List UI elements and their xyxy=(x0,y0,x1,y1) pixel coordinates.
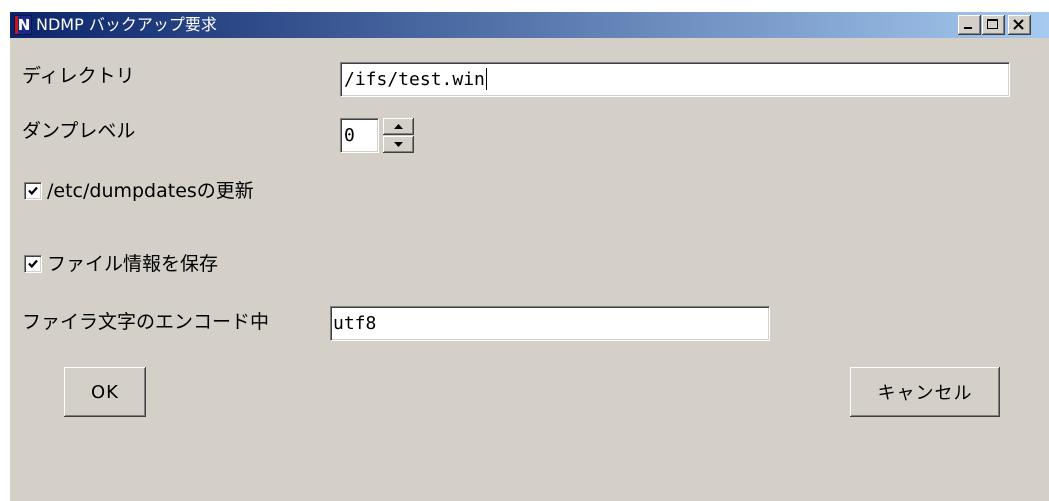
ndmp-backup-request-dialog: N NDMP バックアップ要求 ディレクトリ /ifs/test.win ダンプ… xyxy=(10,12,1049,501)
save-file-info-checkbox[interactable] xyxy=(24,255,42,273)
arrow-down-icon xyxy=(394,142,403,147)
save-file-info-option[interactable]: ファイル情報を保存 xyxy=(24,252,284,276)
save-file-info-label: ファイル情報を保存 xyxy=(47,253,219,275)
dump-level-decrement-button[interactable] xyxy=(383,136,414,153)
update-dumpdates-option[interactable]: /etc/dumpdatesの更新 xyxy=(24,179,324,203)
title-bar[interactable]: N NDMP バックアップ要求 xyxy=(10,12,1049,38)
dump-level-label: ダンプレベル xyxy=(22,120,136,142)
filer-encoding-input[interactable]: utf8 xyxy=(330,306,770,341)
arrow-up-icon xyxy=(394,124,403,129)
dump-level-value: 0 xyxy=(344,125,355,146)
app-icon-letter: N xyxy=(17,16,31,34)
checkmark-icon xyxy=(28,259,38,269)
dump-level-increment-button[interactable] xyxy=(383,118,414,135)
filer-encoding-value: utf8 xyxy=(333,313,377,334)
minimize-icon xyxy=(964,27,972,29)
n-app-icon[interactable]: N xyxy=(14,15,32,35)
close-button[interactable] xyxy=(1008,15,1031,35)
update-dumpdates-label: /etc/dumpdatesの更新 xyxy=(47,180,254,202)
directory-label: ディレクトリ xyxy=(22,65,135,87)
cancel-button[interactable]: キャンセル xyxy=(850,367,1000,417)
checkmark-icon xyxy=(28,186,38,196)
filer-encoding-label: ファイラ文字のエンコード中 xyxy=(22,311,270,333)
update-dumpdates-checkbox[interactable] xyxy=(24,182,42,200)
ok-button[interactable]: OK xyxy=(64,367,146,417)
close-icon xyxy=(1013,19,1024,30)
directory-input[interactable]: /ifs/test.win xyxy=(340,62,1010,97)
window-title: NDMP バックアップ要求 xyxy=(36,15,217,34)
directory-input-value: /ifs/test.win xyxy=(344,69,485,90)
minimize-button[interactable] xyxy=(958,15,981,35)
text-caret xyxy=(485,67,487,90)
dump-level-input[interactable]: 0 xyxy=(340,118,379,153)
maximize-icon xyxy=(987,19,998,29)
maximize-button[interactable] xyxy=(982,15,1005,35)
